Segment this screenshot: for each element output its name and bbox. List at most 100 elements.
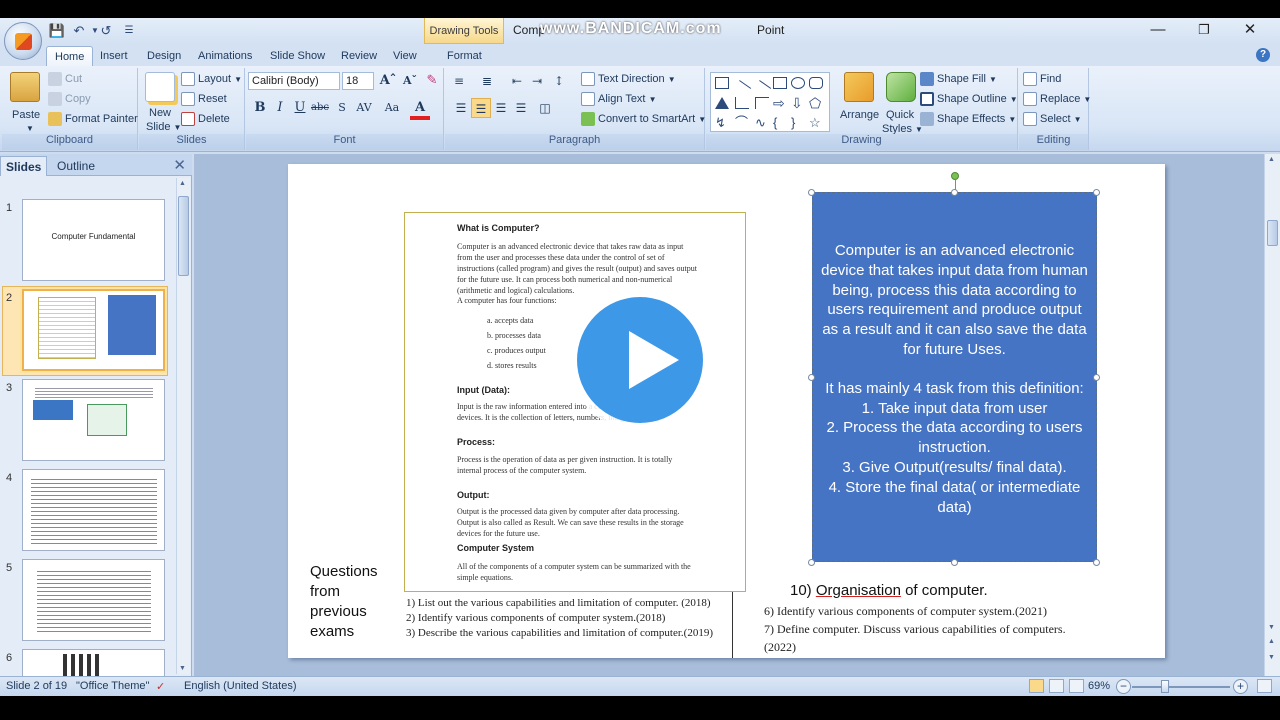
- rotation-handle[interactable]: [951, 172, 959, 180]
- previous-slide-icon[interactable]: ▲: [1268, 638, 1275, 645]
- textbox-shape-icon[interactable]: [715, 77, 729, 89]
- rounded-rect-shape-icon[interactable]: [809, 77, 823, 89]
- cut-button[interactable]: Cut: [48, 70, 82, 88]
- right-arrow-shape-icon[interactable]: ⇨: [773, 96, 787, 110]
- minimize-icon[interactable]: —: [1146, 21, 1170, 39]
- columns-icon[interactable]: ◫: [535, 98, 555, 118]
- freeform-shape-icon[interactable]: ↯: [715, 116, 729, 129]
- fit-to-window-icon[interactable]: [1257, 679, 1272, 693]
- italic-icon[interactable]: I: [270, 98, 290, 118]
- pentagon-shape-icon[interactable]: ⬠: [809, 96, 823, 110]
- bullets-icon[interactable]: ≡: [449, 71, 469, 91]
- restore-icon[interactable]: ❐: [1192, 21, 1216, 39]
- select-button[interactable]: Select ▼: [1023, 110, 1082, 128]
- elbow-connector-icon[interactable]: [735, 97, 749, 109]
- scroll-down-icon[interactable]: ▼: [1268, 624, 1275, 631]
- text-shadow-icon[interactable]: S: [332, 98, 352, 118]
- grow-font-icon[interactable]: Aˆ: [378, 71, 398, 91]
- tab-design[interactable]: Design: [139, 46, 189, 66]
- tab-slides[interactable]: Slides: [0, 156, 48, 176]
- zoom-slider-knob[interactable]: [1161, 680, 1169, 693]
- scroll-up-icon[interactable]: ▲: [1268, 156, 1275, 163]
- right-brace-icon[interactable]: }: [791, 116, 805, 129]
- shapes-gallery[interactable]: ⇨ ⇩ ⬠ ↯ ⌒ ∿ { } ☆: [710, 72, 830, 132]
- customize-qat-icon[interactable]: ☰: [120, 22, 138, 40]
- rectangle-shape-icon[interactable]: [773, 77, 787, 89]
- shrink-font-icon[interactable]: Aˇ: [400, 71, 420, 91]
- down-arrow-shape-icon[interactable]: ⇩: [791, 96, 805, 110]
- zoom-slider[interactable]: [1132, 686, 1230, 688]
- line-shape-icon[interactable]: [732, 80, 752, 98]
- layout-button[interactable]: Layout ▼: [181, 70, 242, 88]
- copy-button[interactable]: Copy: [48, 90, 91, 108]
- close-panel-icon[interactable]: ✕: [173, 156, 186, 174]
- definition-textbox[interactable]: Computer is an advanced electronic devic…: [812, 192, 1097, 562]
- increase-indent-icon[interactable]: ⇥: [527, 71, 547, 91]
- slide-canvas[interactable]: What is Computer? Computer is an advance…: [288, 164, 1165, 658]
- questions-right-list[interactable]: 6) Identify various components of comput…: [764, 602, 1159, 656]
- zoom-level[interactable]: 69%: [1088, 680, 1110, 692]
- change-case-icon[interactable]: Aa: [382, 98, 402, 118]
- line-spacing-icon[interactable]: ↕: [549, 71, 569, 91]
- find-button[interactable]: Find: [1023, 70, 1061, 88]
- tab-outline[interactable]: Outline: [52, 156, 100, 176]
- slide-sorter-icon[interactable]: [1049, 679, 1064, 693]
- align-center-icon[interactable]: ☰: [471, 98, 491, 118]
- elbow-arrow-icon[interactable]: [755, 97, 769, 109]
- tab-home[interactable]: Home: [46, 46, 94, 66]
- redo-icon[interactable]: ↺: [97, 22, 115, 40]
- decrease-indent-icon[interactable]: ⇤: [507, 71, 527, 91]
- convert-smartart-button[interactable]: Convert to SmartArt ▼: [581, 110, 706, 128]
- font-family-combo[interactable]: Calibri (Body): [248, 72, 340, 90]
- panel-scrollbar[interactable]: ▲ ▼: [176, 178, 190, 674]
- resize-handle[interactable]: [1093, 189, 1100, 196]
- oval-shape-icon[interactable]: [791, 77, 805, 89]
- shape-fill-button[interactable]: Shape Fill ▼: [920, 70, 997, 88]
- resize-handle[interactable]: [808, 189, 815, 196]
- zoom-out-icon[interactable]: −: [1116, 679, 1131, 694]
- numbering-icon[interactable]: ≣: [477, 71, 497, 91]
- delete-slide-button[interactable]: Delete: [181, 110, 230, 128]
- reset-button[interactable]: Reset: [181, 90, 227, 108]
- resize-handle[interactable]: [808, 559, 815, 566]
- quick-styles-icon[interactable]: [886, 72, 916, 102]
- curve-shape-icon[interactable]: ∿: [755, 116, 769, 129]
- align-text-button[interactable]: Align Text ▼: [581, 90, 656, 108]
- font-size-combo[interactable]: 18: [342, 72, 374, 90]
- tab-review[interactable]: Review: [333, 46, 385, 66]
- underline-icon[interactable]: U: [290, 98, 310, 118]
- slide-thumbnail-3[interactable]: [22, 379, 165, 461]
- panel-scroll-thumb[interactable]: [178, 196, 189, 276]
- triangle-shape-icon[interactable]: [715, 97, 729, 109]
- justify-icon[interactable]: ☰: [511, 98, 531, 118]
- tab-format[interactable]: Format: [439, 46, 490, 66]
- scroll-down-icon[interactable]: ▼: [179, 665, 186, 672]
- tab-view[interactable]: View: [385, 46, 425, 66]
- scroll-up-icon[interactable]: ▲: [179, 180, 186, 187]
- zoom-in-icon[interactable]: +: [1233, 679, 1248, 694]
- arrange-button[interactable]: Arrange: [840, 106, 879, 124]
- bold-icon[interactable]: B: [250, 98, 270, 118]
- language-indicator[interactable]: English (United States): [184, 680, 297, 692]
- align-right-icon[interactable]: ☰: [491, 98, 511, 118]
- resize-handle[interactable]: [1093, 374, 1100, 381]
- arrow-shape-icon[interactable]: [752, 80, 772, 98]
- spell-check-icon[interactable]: ✓: [156, 680, 165, 693]
- clear-formatting-icon[interactable]: ✎: [422, 71, 442, 91]
- tab-insert[interactable]: Insert: [92, 46, 136, 66]
- questions-left-list[interactable]: 1) List out the various capabilities and…: [406, 596, 736, 641]
- slide-thumbnail-5[interactable]: [22, 559, 165, 641]
- replace-button[interactable]: Replace ▼: [1023, 90, 1091, 108]
- slide-thumbnail-6[interactable]: [22, 649, 165, 679]
- character-spacing-icon[interactable]: AV: [354, 98, 374, 118]
- theme-name[interactable]: "Office Theme": [76, 680, 149, 692]
- questions-label[interactable]: Questions from previous exams: [310, 562, 378, 642]
- slide-thumbnail-1[interactable]: Computer Fundamental: [22, 199, 165, 281]
- arrange-icon[interactable]: [844, 72, 874, 102]
- left-brace-icon[interactable]: {: [773, 116, 787, 129]
- editor-scrollbar[interactable]: ▲ ▼ ▲ ▼: [1264, 154, 1280, 676]
- paste-icon[interactable]: [10, 72, 40, 102]
- resize-handle[interactable]: [951, 189, 958, 196]
- normal-view-icon[interactable]: [1029, 679, 1044, 693]
- slide-thumbnail-4[interactable]: [22, 469, 165, 551]
